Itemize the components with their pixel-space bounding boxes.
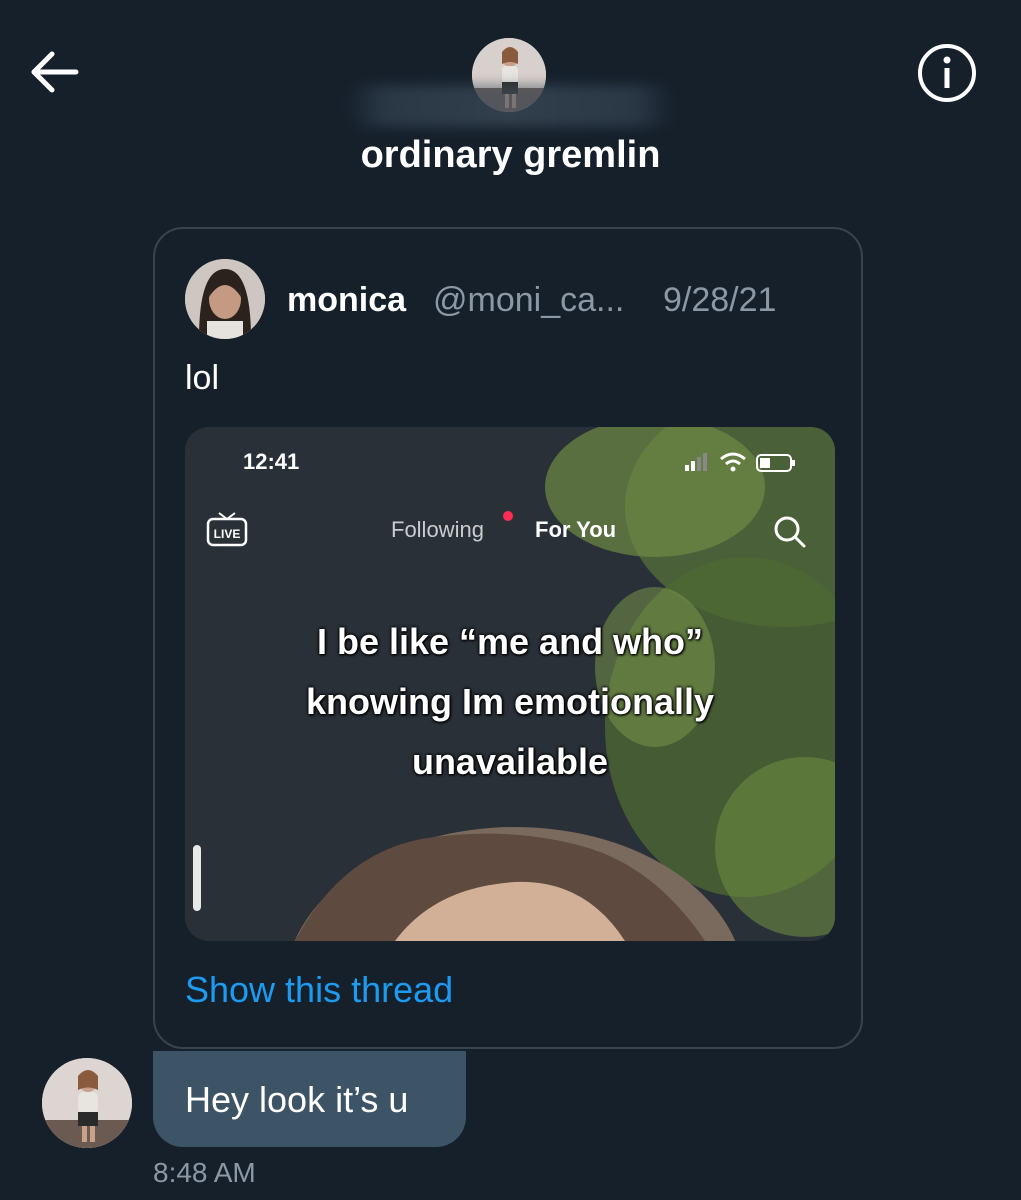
message-bubble[interactable]: Hey look it’s u (153, 1051, 466, 1147)
sender-avatar[interactable] (42, 1058, 132, 1148)
quoted-tweet-card[interactable]: monica @moni_ca... 9/28/21 lol 12:41 LIV… (153, 227, 863, 1049)
info-circle-icon (918, 44, 976, 102)
tab-for-you[interactable]: For You (535, 517, 616, 543)
back-button[interactable] (28, 50, 80, 94)
live-label: LIVE (214, 527, 241, 541)
message-text: Hey look it’s u (185, 1079, 409, 1120)
message-timestamp: 8:48 AM (153, 1157, 256, 1188)
conversation-info-button[interactable] (916, 42, 978, 104)
conversation-name: ordinary gremlin (360, 134, 661, 176)
quoted-tweet-author-handle: @moni_ca... (433, 281, 625, 319)
caption-line-1: I be like “me and who” (316, 621, 704, 662)
quoted-tweet-text: lol (185, 359, 220, 397)
video-caption: I be like “me and who” knowing Im emotio… (185, 612, 835, 792)
quoted-tweet-date: 9/28/21 (663, 281, 777, 319)
search-icon[interactable] (773, 515, 807, 549)
quoted-tweet-author-avatar[interactable] (185, 259, 265, 339)
arrow-left-icon (31, 51, 79, 93)
sender-avatar-photo (42, 1058, 132, 1148)
tab-following[interactable]: Following (391, 517, 484, 543)
dm-conversation-screen: ordinary gremlin monica @moni_ca... 9/28… (0, 0, 1021, 1200)
caption-line-3: unavailable (411, 741, 609, 782)
notification-dot (503, 511, 513, 521)
quoted-tweet-author-name: monica (287, 281, 407, 319)
blurred-handle (345, 85, 675, 127)
video-progress-indicator (193, 845, 201, 911)
author-avatar-photo (185, 259, 265, 339)
quoted-tweet-media[interactable]: 12:41 LIVE Following For You I be like “… (185, 427, 835, 941)
media-status-time: 12:41 (243, 449, 300, 474)
status-bar-icons (685, 452, 795, 472)
live-icon[interactable]: LIVE (205, 511, 249, 549)
caption-line-2: knowing Im emotionally (305, 681, 715, 722)
show-thread-link[interactable]: Show this thread (185, 969, 453, 1011)
